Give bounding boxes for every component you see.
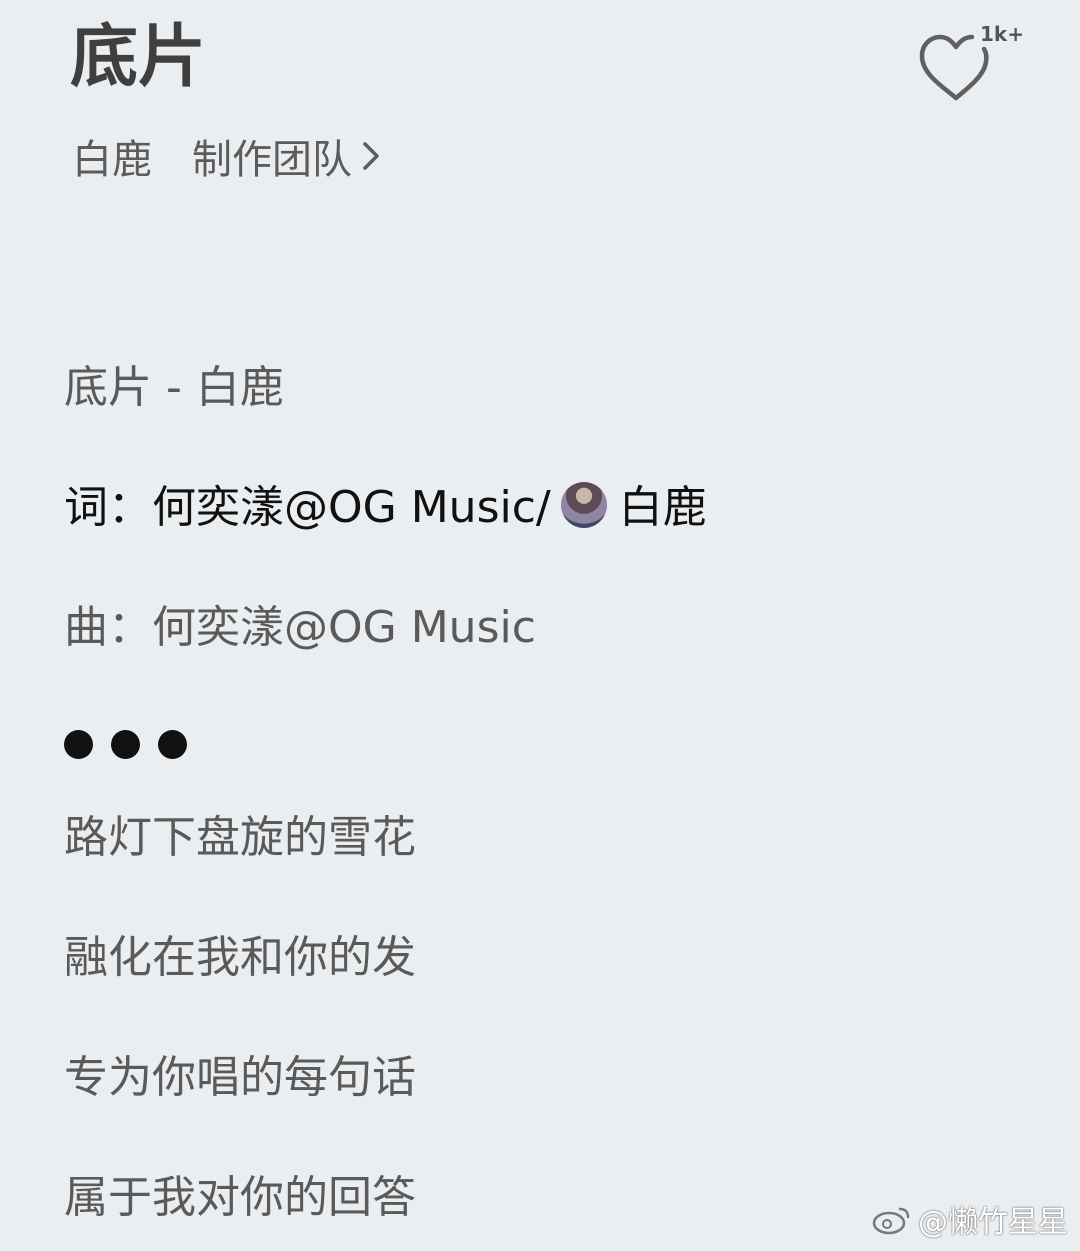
lyric-credit-composer: 曲：何奕漾@OG Music: [64, 602, 536, 653]
like-count: 1k+: [980, 22, 1024, 46]
lyric-credit-lyricist: 词：何奕漾@OG Music/白鹿: [64, 478, 707, 538]
lyricist-credit-text: 词：何奕漾@OG Music/: [64, 482, 551, 533]
lyric-heading: 底片 - 白鹿: [64, 362, 284, 413]
dot: [158, 730, 187, 759]
lyric-line: 融化在我和你的发: [64, 932, 416, 983]
song-title: 底片: [70, 18, 207, 97]
production-team-label: 制作团队: [192, 137, 352, 183]
watermark: @懒竹星星: [872, 1197, 1068, 1241]
dot: [64, 730, 93, 759]
production-team-link[interactable]: 制作团队: [192, 127, 380, 185]
watermark-text: @懒竹星星: [918, 1205, 1068, 1240]
weibo-logo-icon: [872, 1207, 910, 1235]
ellipsis-icon: [64, 730, 187, 759]
lyric-line: 属于我对你的回答: [64, 1172, 416, 1223]
lyricist-artist-name: 白鹿: [618, 482, 707, 533]
chevron-right-icon: [363, 142, 379, 170]
dot: [111, 730, 140, 759]
song-meta: 白鹿 制作团队: [72, 128, 380, 184]
like-button[interactable]: 1k+: [912, 22, 1024, 112]
artist-avatar[interactable]: [560, 482, 607, 528]
lyric-line: 路灯下盘旋的雪花: [64, 812, 416, 863]
artist-link[interactable]: 白鹿: [72, 127, 152, 185]
lyric-line: 专为你唱的每句话: [64, 1052, 416, 1103]
